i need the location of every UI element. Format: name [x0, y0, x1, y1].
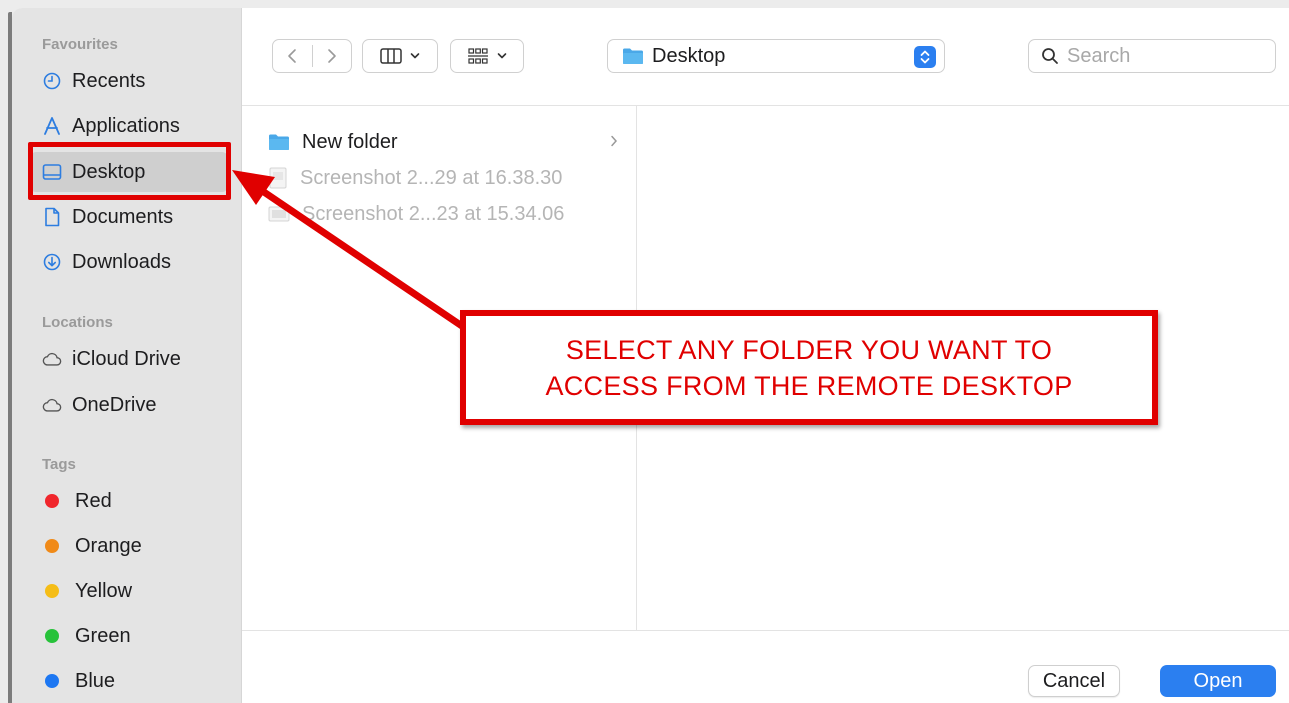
annotation-callout: SELECT ANY FOLDER YOU WANT TO ACCESS FRO…: [460, 310, 1158, 425]
annotation-line-2: ACCESS FROM THE REMOTE DESKTOP: [545, 370, 1073, 401]
annotation-line-1: SELECT ANY FOLDER YOU WANT TO: [565, 334, 1053, 365]
